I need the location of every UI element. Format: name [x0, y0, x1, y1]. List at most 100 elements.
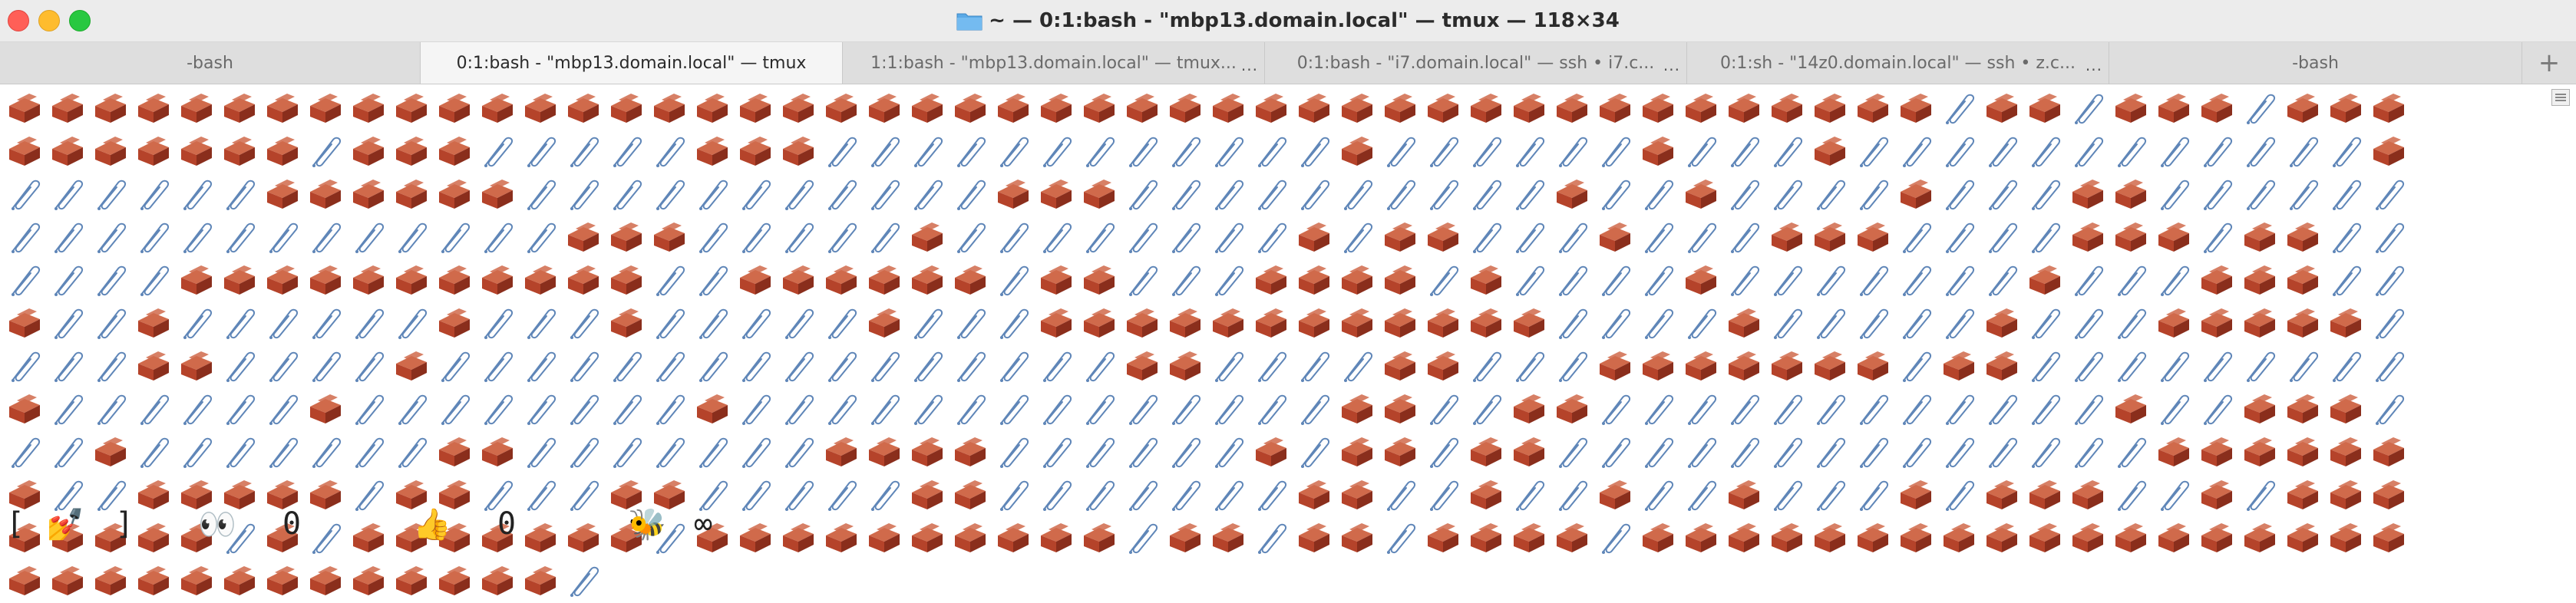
nail-polish-icon: 💅: [46, 507, 84, 542]
safety-pin-icon: [2066, 130, 2109, 173]
brick-icon: [1336, 431, 1379, 474]
safety-pin-icon: [433, 345, 476, 388]
safety-pin-icon: [390, 216, 433, 259]
safety-pin-icon: [2109, 345, 2152, 388]
safety-pin-icon: [1164, 216, 1207, 259]
safety-pin-icon: [390, 302, 433, 345]
brick-icon: [1808, 345, 1851, 388]
safety-pin-icon: [1593, 517, 1636, 560]
safety-pin-icon: [691, 259, 734, 302]
brick-icon: [89, 87, 132, 130]
brick-icon: [2281, 87, 2324, 130]
brick-icon: [992, 87, 1035, 130]
brick-icon: [218, 130, 261, 173]
safety-pin-icon: [175, 302, 218, 345]
tab-1[interactable]: -bash: [0, 42, 421, 84]
brick-icon: [1508, 302, 1551, 345]
brick-icon: [949, 87, 992, 130]
safety-pin-icon: [1121, 130, 1164, 173]
safety-pin-icon: [1207, 388, 1250, 431]
safety-pin-icon: [1465, 388, 1508, 431]
brick-icon: [46, 130, 89, 173]
tab-6[interactable]: -bash: [2109, 42, 2522, 84]
brick-icon: [1164, 302, 1207, 345]
tab-2[interactable]: 0:1:bash - "mbp13.domain.local" — tmux: [421, 42, 843, 84]
brick-icon: [2195, 431, 2238, 474]
safety-pin-icon: [46, 388, 89, 431]
safety-pin-icon: [648, 388, 691, 431]
safety-pin-icon: [1851, 130, 1894, 173]
safety-pin-icon: [1937, 173, 1980, 216]
safety-pin-icon: [1035, 474, 1078, 517]
brick-icon: [863, 517, 906, 560]
safety-pin-icon: [1121, 173, 1164, 216]
tab-3[interactable]: 1:1:bash - "mbp13.domain.local" — tmux..…: [843, 42, 1265, 84]
brick-icon: [390, 87, 433, 130]
brick-icon: [2281, 216, 2324, 259]
tab-5[interactable]: 0:1:sh - "14z0.domain.local" — ssh • z.c…: [1687, 42, 2109, 84]
safety-pin-icon: [992, 474, 1035, 517]
status-open-bracket: [: [6, 506, 25, 542]
scroll-indicator-icon[interactable]: [2551, 89, 2570, 106]
brick-icon: [777, 87, 820, 130]
brick-icon: [1035, 173, 1078, 216]
brick-icon: [1379, 259, 1422, 302]
safety-pin-icon: [2324, 130, 2367, 173]
safety-pin-icon: [1293, 173, 1336, 216]
tab-6-label: -bash: [2292, 53, 2339, 73]
terminal-area[interactable]: [ 💅 ] 👀 0 👍 0 🐝 ∞: [0, 84, 2576, 597]
safety-pin-icon: [46, 173, 89, 216]
safety-pin-icon: [1722, 130, 1765, 173]
safety-pin-icon: [1078, 431, 1121, 474]
safety-pin-icon: [605, 345, 648, 388]
tab-4[interactable]: 0:1:bash - "i7.domain.local" — ssh • i7.…: [1265, 42, 1687, 84]
new-tab-button[interactable]: +: [2522, 42, 2576, 84]
brick-icon: [777, 517, 820, 560]
brick-icon: [433, 560, 476, 603]
brick-icon: [1765, 517, 1808, 560]
safety-pin-icon: [648, 431, 691, 474]
safety-pin-icon: [132, 173, 175, 216]
brick-icon: [1336, 474, 1379, 517]
brick-icon: [304, 173, 347, 216]
eyes-icon: 👀: [198, 507, 236, 542]
safety-pin-icon: [1422, 173, 1465, 216]
safety-pin-icon: [863, 216, 906, 259]
tab-3-overflow-icon: ···: [1240, 61, 1258, 79]
safety-pin-icon: [1722, 388, 1765, 431]
brick-icon: [347, 173, 390, 216]
brick-icon: [1336, 302, 1379, 345]
safety-pin-icon: [433, 388, 476, 431]
brick-icon: [519, 560, 562, 603]
brick-icon: [2152, 216, 2195, 259]
brick-icon: [1379, 431, 1422, 474]
safety-pin-icon: [1980, 431, 2023, 474]
brick-icon: [1808, 130, 1851, 173]
safety-pin-icon: [519, 431, 562, 474]
brick-icon: [1293, 216, 1336, 259]
safety-pin-icon: [777, 302, 820, 345]
brick-icon: [304, 259, 347, 302]
brick-icon: [1078, 87, 1121, 130]
safety-pin-icon: [1808, 302, 1851, 345]
safety-pin-icon: [2367, 259, 2410, 302]
brick-icon: [863, 259, 906, 302]
brick-icon: [132, 130, 175, 173]
safety-pin-icon: [46, 259, 89, 302]
safety-pin-icon: [1508, 216, 1551, 259]
safety-pin-icon: [949, 173, 992, 216]
safety-pin-icon: [949, 345, 992, 388]
safety-pin-icon: [562, 431, 605, 474]
safety-pin-icon: [3, 216, 46, 259]
brick-icon: [1508, 87, 1551, 130]
brick-icon: [1722, 345, 1765, 388]
safety-pin-icon: [1078, 216, 1121, 259]
safety-pin-icon: [992, 345, 1035, 388]
brick-icon: [1894, 87, 1937, 130]
safety-pin-icon: [648, 130, 691, 173]
safety-pin-icon: [992, 388, 1035, 431]
brick-icon: [2109, 87, 2152, 130]
safety-pin-icon: [777, 216, 820, 259]
brick-icon: [218, 560, 261, 603]
safety-pin-icon: [648, 173, 691, 216]
